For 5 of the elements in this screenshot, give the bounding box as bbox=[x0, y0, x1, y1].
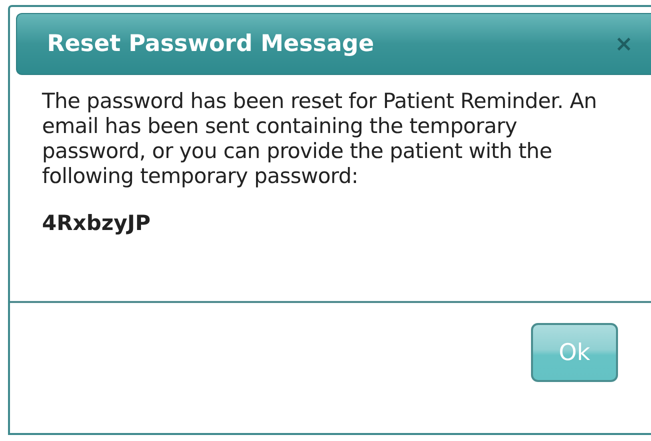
ok-button[interactable]: Ok bbox=[531, 323, 618, 382]
message-text: The password has been reset for Patient Reminder. An email has been sent containing the temporary password, or you can provide the patient with the following temporary password: bbox=[42, 89, 598, 189]
dialog-title: Reset Password Message bbox=[47, 31, 376, 57]
close-button[interactable]: × bbox=[614, 32, 633, 56]
temporary-password: 4RxbzyJP bbox=[42, 211, 152, 235]
